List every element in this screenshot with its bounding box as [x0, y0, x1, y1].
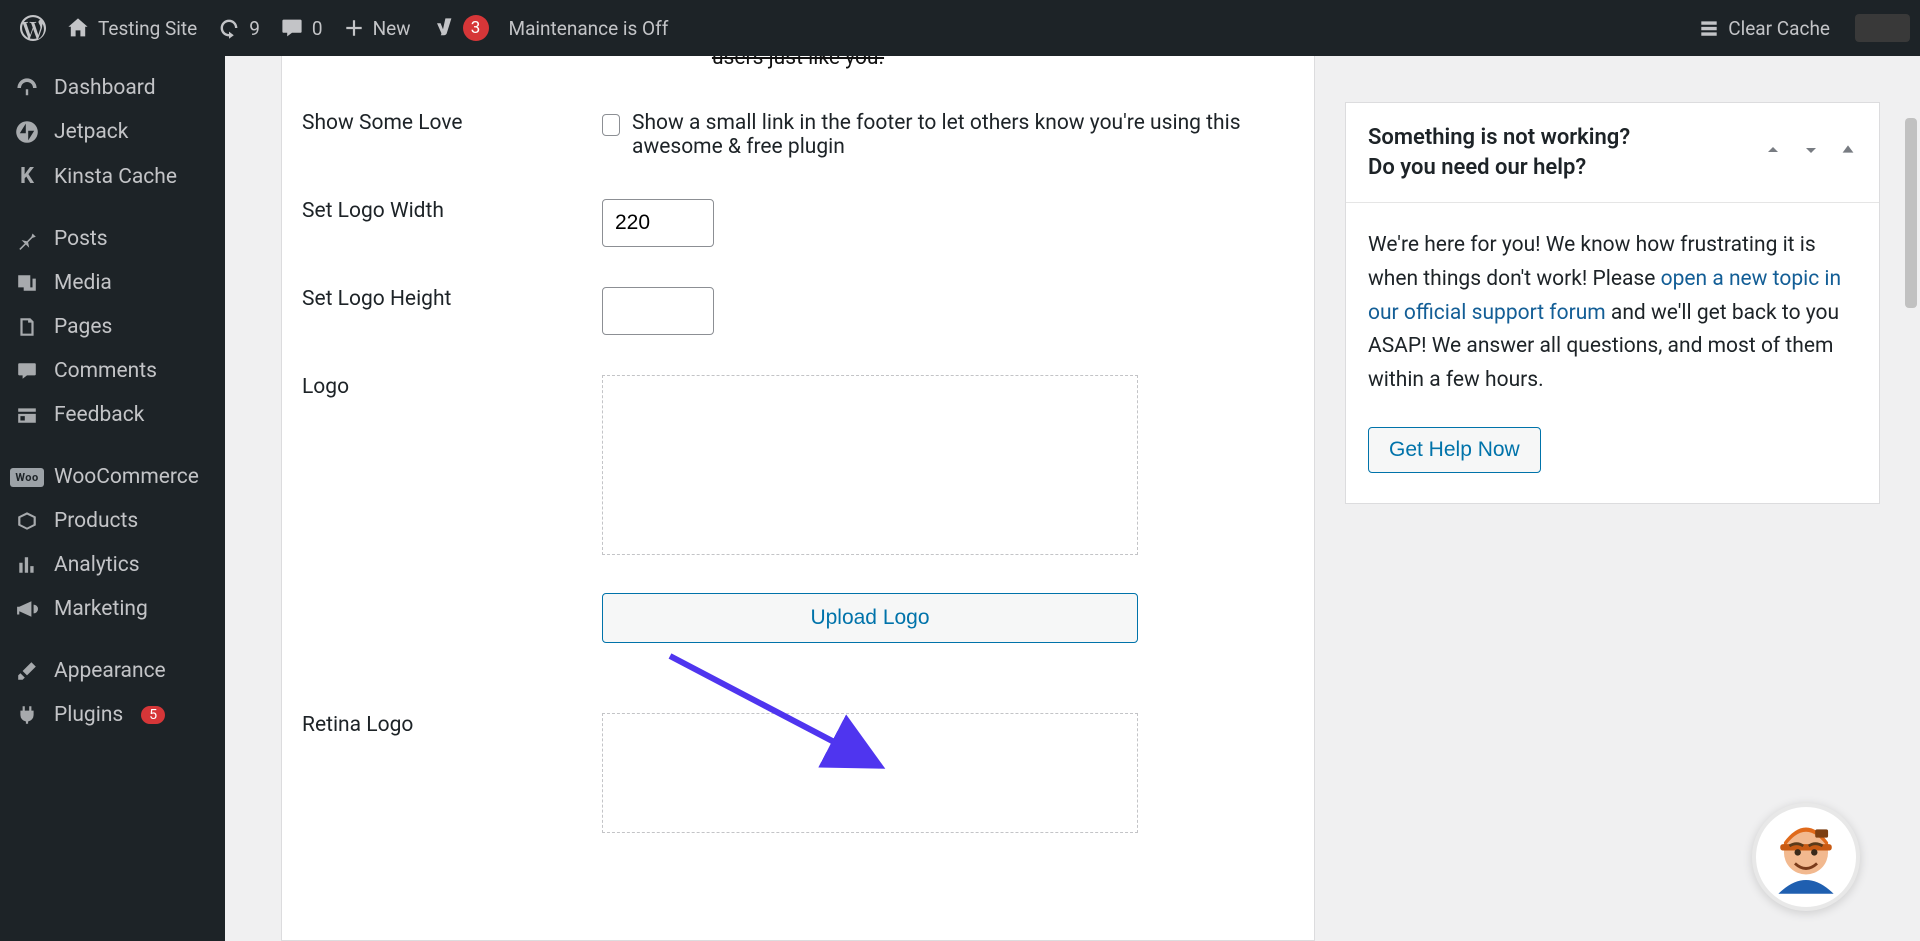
sidebar-item-label: Appearance — [54, 659, 166, 683]
help-widget: Something is not working? Do you need ou… — [1345, 102, 1880, 504]
logo-label: Logo — [302, 375, 602, 643]
sidebar-item-products[interactable]: Products — [0, 499, 225, 543]
sidebar-item-label: Marketing — [54, 597, 148, 621]
wordpress-icon — [20, 15, 46, 41]
sidebar-item-comments[interactable]: Comments — [0, 349, 225, 393]
update-icon — [217, 16, 241, 40]
sidebar-item-label: Analytics — [54, 553, 140, 577]
help-widget-controls — [1763, 140, 1857, 165]
sidebar-item-label: Pages — [54, 315, 112, 339]
yoast-icon — [431, 16, 455, 40]
sidebar-item-label: Jetpack — [54, 120, 128, 144]
sidebar-item-posts[interactable]: Posts — [0, 217, 225, 261]
jetpack-icon — [14, 120, 40, 144]
plugins-update-badge: 5 — [141, 706, 165, 724]
sidebar-item-plugins[interactable]: Plugins 5 — [0, 693, 225, 737]
show-love-option[interactable]: Show a small link in the footer to let o… — [602, 111, 1294, 159]
updates-count: 9 — [249, 17, 260, 40]
sidebar-item-pages[interactable]: Pages — [0, 305, 225, 349]
sidebar-item-label: Media — [54, 271, 112, 295]
sidebar-item-feedback[interactable]: Feedback — [0, 393, 225, 437]
kinsta-icon: K — [14, 164, 40, 189]
settings-panel: users just like you. Show Some Love Show… — [281, 56, 1315, 941]
analytics-icon — [14, 554, 40, 576]
logo-width-input[interactable] — [602, 199, 714, 247]
cache-icon — [1698, 17, 1720, 39]
wp-logo-menu[interactable] — [10, 0, 56, 56]
comments-menu[interactable]: 0 — [270, 0, 333, 56]
help-widget-title: Something is not working? Do you need ou… — [1368, 123, 1630, 182]
brush-icon — [14, 660, 40, 682]
sidebar-item-kinsta-cache[interactable]: K Kinsta Cache — [0, 154, 225, 199]
truncated-prev-text: users just like you. — [302, 56, 1294, 71]
show-love-desc: Show a small link in the footer to let o… — [632, 111, 1294, 159]
updates-menu[interactable]: 9 — [207, 0, 270, 56]
media-icon — [14, 272, 40, 294]
logo-height-input[interactable] — [602, 287, 714, 335]
comment-icon — [280, 16, 304, 40]
sidebar-item-label: Dashboard — [54, 76, 156, 100]
yoast-badge: 3 — [463, 15, 489, 41]
sidebar-item-media[interactable]: Media — [0, 261, 225, 305]
sidebar-item-label: WooCommerce — [54, 465, 199, 489]
clear-cache-label: Clear Cache — [1728, 17, 1830, 40]
pages-icon — [14, 316, 40, 338]
help-widget-body: We're here for you! We know how frustrat… — [1346, 203, 1879, 503]
sidebar-item-label: Products — [54, 509, 138, 533]
upload-logo-button[interactable]: Upload Logo — [602, 593, 1138, 643]
admin-bar: Testing Site 9 0 New 3 Maintenance is Of… — [0, 0, 1920, 56]
scrollbar[interactable] — [1902, 112, 1920, 941]
show-love-label: Show Some Love — [302, 111, 602, 159]
maintenance-label: Maintenance is Off — [509, 17, 669, 40]
admin-sidebar: Dashboard Jetpack K Kinsta Cache Posts M… — [0, 56, 225, 941]
sidebar-item-jetpack[interactable]: Jetpack — [0, 110, 225, 154]
sidebar-item-label: Comments — [54, 359, 157, 383]
logo-height-label: Set Logo Height — [302, 287, 602, 335]
new-content-menu[interactable]: New — [333, 0, 421, 56]
sidebar-item-appearance[interactable]: Appearance — [0, 649, 225, 693]
site-name-label: Testing Site — [98, 17, 197, 40]
plugin-icon — [14, 704, 40, 726]
sidebar-item-label: Feedback — [54, 403, 144, 427]
site-name-menu[interactable]: Testing Site — [56, 0, 207, 56]
get-help-button[interactable]: Get Help Now — [1368, 427, 1541, 473]
scrollbar-thumb[interactable] — [1905, 118, 1917, 308]
yoast-menu[interactable]: 3 — [421, 0, 499, 56]
products-icon — [14, 510, 40, 532]
sidebar-item-dashboard[interactable]: Dashboard — [0, 66, 225, 110]
show-love-checkbox[interactable] — [602, 114, 620, 136]
content-area: users just like you. Show Some Love Show… — [225, 56, 1920, 941]
widget-toggle-icon[interactable] — [1839, 140, 1857, 165]
clear-cache-menu[interactable]: Clear Cache — [1688, 0, 1840, 56]
home-icon — [66, 16, 90, 40]
sidebar-item-marketing[interactable]: Marketing — [0, 587, 225, 631]
comments-count: 0 — [312, 17, 323, 40]
pin-icon — [14, 228, 40, 250]
new-label: New — [373, 17, 411, 40]
comments-icon — [14, 360, 40, 382]
logo-preview-zone[interactable] — [602, 375, 1138, 555]
retina-logo-preview-zone[interactable] — [602, 713, 1138, 833]
plus-icon — [343, 17, 365, 39]
widget-move-up-icon[interactable] — [1763, 140, 1783, 165]
sidebar-item-label: Posts — [54, 227, 108, 251]
dashboard-icon — [14, 76, 40, 100]
sidebar-item-analytics[interactable]: Analytics — [0, 543, 225, 587]
sidebar-item-label: Plugins — [54, 703, 123, 727]
feedback-icon — [14, 404, 40, 426]
sidebar-item-woocommerce[interactable]: Woo WooCommerce — [0, 455, 225, 499]
megaphone-icon — [14, 598, 40, 620]
logo-width-label: Set Logo Width — [302, 199, 602, 247]
widget-move-down-icon[interactable] — [1801, 140, 1821, 165]
retina-logo-label: Retina Logo — [302, 713, 602, 833]
sidebar-item-label: Kinsta Cache — [54, 165, 177, 189]
adminbar-action-button[interactable] — [1855, 14, 1910, 42]
worker-avatar-icon — [1760, 811, 1852, 903]
support-avatar[interactable] — [1752, 803, 1860, 911]
maintenance-toggle[interactable]: Maintenance is Off — [499, 0, 679, 56]
woocommerce-icon: Woo — [14, 468, 40, 487]
